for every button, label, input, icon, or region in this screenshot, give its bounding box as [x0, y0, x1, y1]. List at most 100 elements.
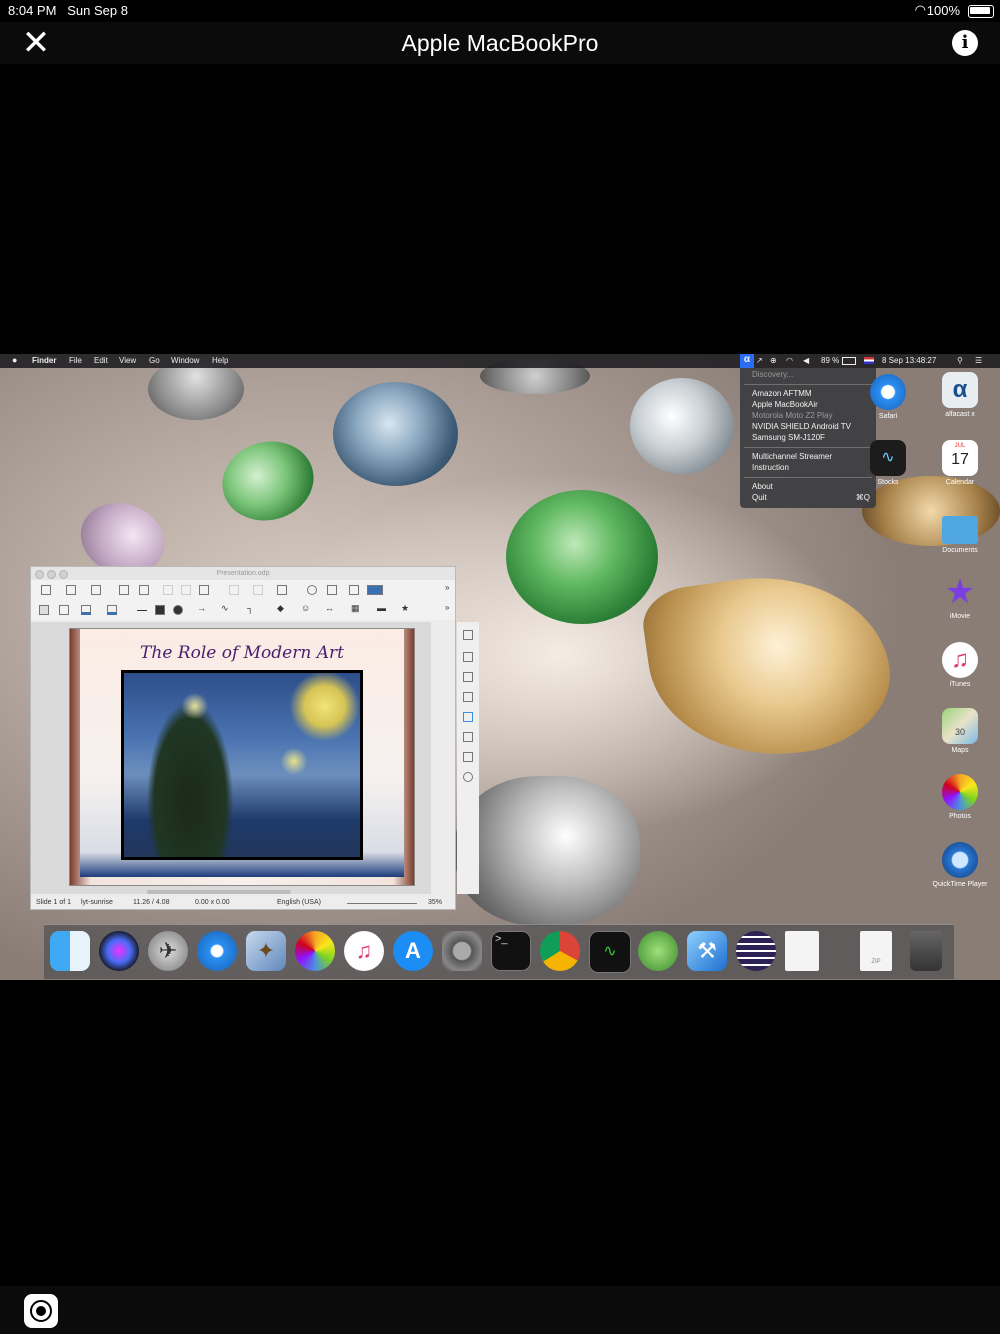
menu-app-name[interactable]: Finder	[32, 356, 56, 365]
menu-device-item[interactable]: Amazon AFTMM	[752, 389, 812, 398]
desktop-icon-maps[interactable]: 30 Maps	[930, 708, 990, 754]
menu-device-item[interactable]: Samsung SM-J120F	[752, 433, 825, 442]
preview-icon[interactable]: ✦	[246, 931, 286, 971]
select-tool-icon[interactable]	[39, 605, 49, 615]
xcode-icon[interactable]: ⚒	[687, 931, 727, 971]
export-pdf-icon[interactable]	[119, 585, 129, 595]
print-icon[interactable]	[139, 585, 149, 595]
curve-tool-icon[interactable]: ∿	[221, 603, 231, 613]
screenshot-button[interactable]	[24, 1294, 58, 1328]
stars-icon[interactable]: ★	[401, 603, 411, 613]
zoom-slider[interactable]	[347, 903, 417, 904]
desktop-icon-documents[interactable]: Documents	[930, 510, 990, 554]
menu-help[interactable]: Help	[212, 356, 228, 365]
slide-editing-area[interactable]: The Role of Modern Art	[31, 622, 431, 894]
sidebar-properties-icon[interactable]	[463, 630, 473, 640]
clone-formatting-icon[interactable]	[229, 585, 239, 595]
undo-icon[interactable]	[253, 585, 263, 595]
desktop-icon-quicktime[interactable]: QuickTime Player	[930, 842, 990, 888]
desktop-icon-alfacast[interactable]: α alfacast x	[930, 372, 990, 418]
ellipse-tool-icon[interactable]	[173, 605, 183, 615]
toolbar-overflow-icon[interactable]: »	[445, 603, 455, 613]
desktop-icon-imovie[interactable]: ★ iMovie	[930, 574, 990, 620]
photos-icon[interactable]	[295, 931, 335, 971]
cut-icon[interactable]	[163, 585, 173, 595]
launchpad-icon[interactable]: ✈	[148, 931, 188, 971]
menu-multichannel[interactable]: Multichannel Streamer	[752, 452, 832, 461]
window-minimize-button[interactable]	[47, 570, 56, 579]
app-store-icon[interactable]: A	[393, 931, 433, 971]
itunes-icon[interactable]: ♫	[344, 931, 384, 971]
finder-icon[interactable]	[50, 931, 90, 971]
line-color-icon[interactable]	[81, 605, 91, 615]
remote-screen-view[interactable]: ● Finder File Edit View Go Window Help α…	[0, 354, 1000, 980]
window-zoom-button[interactable]	[59, 570, 68, 579]
siri-icon[interactable]	[99, 931, 139, 971]
line-tool-icon[interactable]	[137, 610, 147, 611]
menu-go[interactable]: Go	[149, 356, 160, 365]
wifi-icon[interactable]: ◠	[786, 356, 793, 365]
android-studio-icon[interactable]	[638, 931, 678, 971]
grid-icon[interactable]	[349, 585, 359, 595]
copy-icon[interactable]	[181, 585, 191, 595]
starry-night-image[interactable]	[121, 670, 363, 860]
info-button[interactable]: i	[952, 30, 978, 56]
terminal-icon[interactable]: >_	[491, 931, 531, 971]
desktop-icon-photos[interactable]: Photos	[930, 774, 990, 820]
menu-device-item[interactable]: NVIDIA SHIELD Android TV	[752, 422, 851, 431]
menu-view[interactable]: View	[119, 356, 136, 365]
new-document-icon[interactable]	[41, 585, 51, 595]
open-icon[interactable]	[66, 585, 76, 595]
menu-device-item[interactable]: Apple MacBookAir	[752, 400, 818, 409]
menu-edit[interactable]: Edit	[94, 356, 108, 365]
notification-center-icon[interactable]: ☰	[975, 356, 982, 365]
status-zoom[interactable]: 35%	[428, 899, 442, 906]
desktop-icon-safari[interactable]: Safari	[858, 374, 918, 420]
find-replace-icon[interactable]	[307, 585, 317, 595]
system-preferences-icon[interactable]	[442, 931, 482, 971]
horizontal-scrollbar[interactable]	[147, 890, 291, 894]
volume-icon[interactable]: ◀	[803, 356, 809, 365]
slide[interactable]: The Role of Modern Art	[69, 628, 415, 886]
activity-monitor-icon[interactable]: ∿	[589, 931, 631, 973]
save-icon[interactable]	[91, 585, 101, 595]
fill-color-icon[interactable]	[107, 605, 117, 615]
impress-window[interactable]: Presentation.odp » → ∿ ┐ ◆ ☺ ↔ ▦ ▬ ★ » T…	[30, 566, 479, 910]
menu-device-item[interactable]: Motorola Moto Z2 Play	[752, 411, 832, 420]
desktop-icon-stocks[interactable]: ∿ Stocks	[858, 440, 918, 486]
trash-icon[interactable]	[910, 931, 942, 971]
window-close-button[interactable]	[35, 570, 44, 579]
sidebar-transition-icon[interactable]	[463, 672, 473, 682]
callout-icon[interactable]: ▬	[377, 603, 387, 613]
menu-quit[interactable]: Quit	[752, 493, 767, 502]
status-icon[interactable]: ↗	[756, 356, 763, 365]
slide-title[interactable]: The Role of Modern Art	[80, 643, 404, 663]
flag-icon[interactable]	[864, 357, 874, 364]
alfacast-menu-icon[interactable]: α	[740, 354, 754, 368]
apple-logo-icon[interactable]: ●	[12, 355, 17, 365]
desktop-icon-calendar[interactable]: JUL 17 Calendar	[930, 440, 990, 486]
desktop-icon-itunes[interactable]: ♫ iTunes	[930, 642, 990, 688]
symbol-shapes-icon[interactable]: ☺	[301, 603, 311, 613]
zip-file-icon[interactable]: ZIP	[860, 931, 892, 971]
eclipse-icon[interactable]	[736, 931, 776, 971]
menu-instruction[interactable]: Instruction	[752, 463, 789, 472]
zoom-pan-icon[interactable]	[59, 605, 69, 615]
rectangle-tool-icon[interactable]	[155, 605, 165, 615]
sidebar-styles-icon[interactable]	[463, 732, 473, 742]
menu-file[interactable]: File	[69, 356, 82, 365]
document-icon[interactable]	[785, 931, 819, 971]
status-language[interactable]: English (USA)	[277, 899, 321, 906]
menu-about[interactable]: About	[752, 482, 773, 491]
toolbar-overflow-icon[interactable]: »	[445, 583, 455, 593]
block-arrows-icon[interactable]: ↔	[325, 603, 335, 613]
window-titlebar[interactable]: Presentation.odp	[31, 567, 455, 580]
flowchart-icon[interactable]: ▦	[351, 603, 361, 613]
basic-shapes-icon[interactable]: ◆	[277, 603, 287, 613]
airplay-icon[interactable]: ⊕	[770, 356, 777, 365]
sidebar-animation-icon[interactable]	[463, 692, 473, 702]
redo-icon[interactable]	[277, 585, 287, 595]
battery-percentage[interactable]: 89 %	[821, 356, 839, 365]
arrow-tool-icon[interactable]: →	[197, 603, 207, 613]
sidebar-gallery-icon[interactable]	[463, 752, 473, 762]
